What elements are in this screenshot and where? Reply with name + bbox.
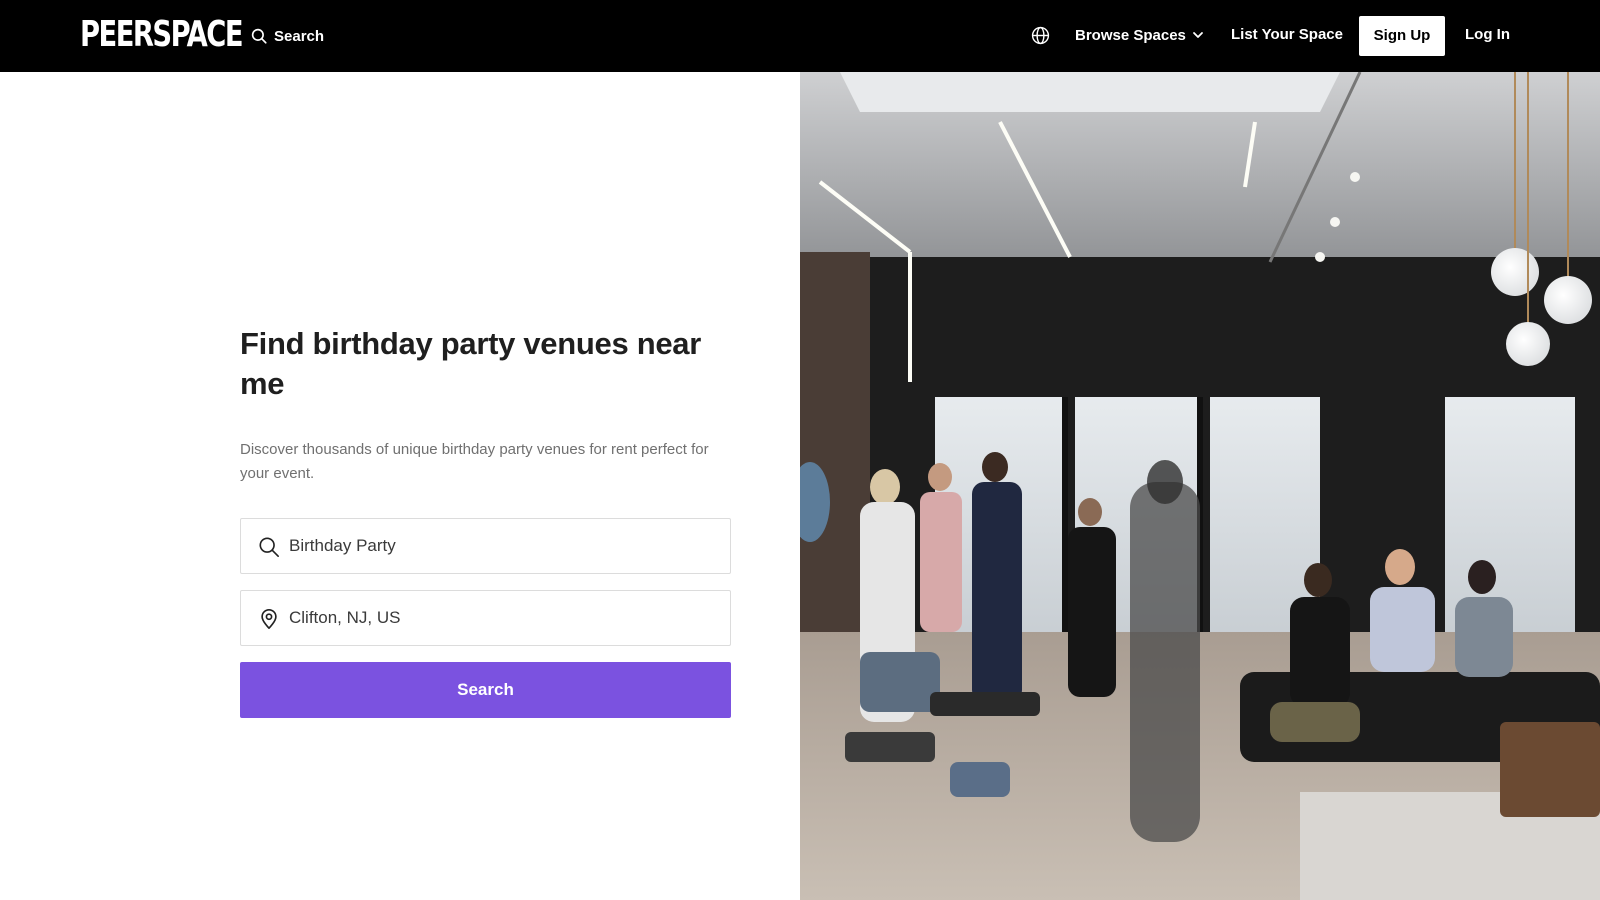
location-field[interactable] (240, 590, 731, 646)
location-input[interactable] (289, 591, 719, 645)
log-in-link[interactable]: Log In (1465, 24, 1510, 46)
nav-search-label: Search (274, 27, 325, 45)
globe-icon[interactable] (1031, 26, 1050, 45)
chevron-down-icon (1192, 32, 1203, 38)
event-space-photo (800, 72, 1600, 900)
peerspace-logo[interactable]: PEERSPACE (80, 15, 244, 55)
search-icon (251, 28, 267, 44)
page-title: Find birthday party venues near me (240, 326, 701, 401)
hero-photo (800, 72, 1600, 900)
sign-up-button[interactable]: Sign Up (1359, 16, 1445, 56)
page-subtitle: Discover thousands of unique birthday pa… (240, 441, 709, 482)
location-pin-icon (261, 609, 277, 629)
browse-spaces-label: Browse Spaces (1075, 26, 1186, 44)
search-icon (259, 537, 279, 557)
activity-input[interactable] (289, 519, 719, 573)
top-navbar: PEERSPACE Search Browse Spaces List Your… (0, 0, 1600, 72)
browse-spaces-menu[interactable]: Browse Spaces (1075, 24, 1204, 46)
search-button[interactable]: Search (240, 662, 731, 718)
nav-search-button[interactable]: Search (250, 23, 324, 49)
activity-field[interactable] (240, 518, 731, 574)
list-your-space-link[interactable]: List Your Space (1231, 24, 1343, 46)
